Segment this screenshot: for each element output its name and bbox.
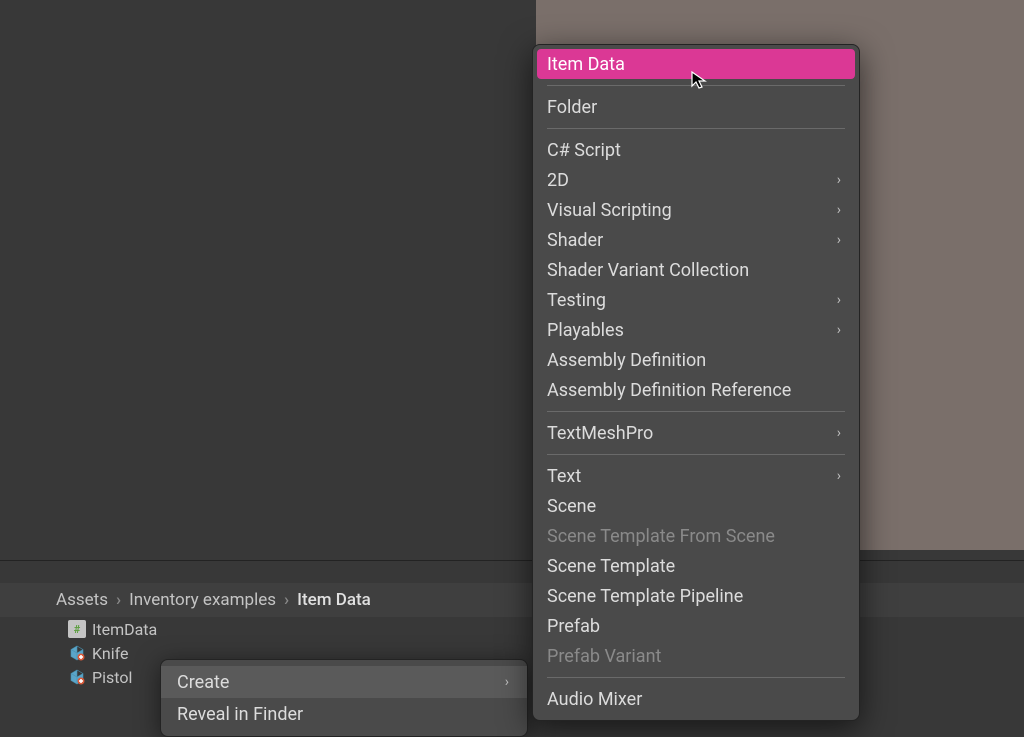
menu-item-label: C# Script (547, 140, 621, 161)
menu-item-label: Folder (547, 97, 597, 118)
menu-item-item-data[interactable]: Item Data (537, 49, 855, 79)
breadcrumb[interactable]: Assets › Inventory examples › Item Data (0, 583, 1024, 617)
list-item[interactable]: Knife (68, 642, 157, 664)
menu-item-testing[interactable]: Testing › (533, 285, 859, 315)
menu-item-label: Shader Variant Collection (547, 260, 749, 281)
menu-item-label: Testing (547, 290, 606, 311)
menu-item-label: Create (177, 672, 229, 693)
prefab-icon (68, 644, 86, 662)
chevron-right-icon: › (837, 468, 841, 484)
menu-item-label: Scene Template (547, 556, 675, 577)
menu-separator (547, 128, 845, 129)
menu-item-create[interactable]: Create › (161, 666, 527, 698)
menu-item-label: Scene (547, 496, 596, 517)
menu-item-label: Scene Template From Scene (547, 526, 775, 547)
list-item[interactable]: ItemData (68, 618, 157, 640)
menu-item-scene-template-from-scene: Scene Template From Scene (533, 521, 859, 551)
menu-item-label: Audio Mixer (547, 689, 642, 710)
chevron-right-icon: › (505, 674, 509, 690)
menu-item-label: Assembly Definition Reference (547, 380, 791, 401)
menu-item-text[interactable]: Text › (533, 461, 859, 491)
asset-name: ItemData (92, 620, 157, 639)
chevron-right-icon: › (837, 172, 841, 188)
menu-item-label: Playables (547, 320, 624, 341)
chevron-right-icon: › (837, 322, 841, 338)
menu-separator (547, 411, 845, 412)
menu-item-label: Prefab (547, 616, 600, 637)
menu-item-scene[interactable]: Scene (533, 491, 859, 521)
menu-item-shader[interactable]: Shader › (533, 225, 859, 255)
menu-item-assembly-definition[interactable]: Assembly Definition (533, 345, 859, 375)
context-menu: Create › Reveal in Finder (160, 659, 528, 737)
menu-item-reveal-in-finder[interactable]: Reveal in Finder (161, 698, 527, 730)
csharp-script-icon (68, 620, 86, 638)
menu-item-audio-mixer[interactable]: Audio Mixer (533, 684, 859, 714)
menu-item-label: Scene Template Pipeline (547, 586, 743, 607)
menu-item-shader-variant-collection[interactable]: Shader Variant Collection (533, 255, 859, 285)
chevron-right-icon: › (837, 425, 841, 441)
menu-item-label: Reveal in Finder (177, 704, 303, 725)
menu-item-c-script[interactable]: C# Script (533, 135, 859, 165)
chevron-right-icon: › (837, 292, 841, 308)
menu-item-scene-template[interactable]: Scene Template (533, 551, 859, 581)
breadcrumb-folder[interactable]: Inventory examples (127, 590, 278, 610)
menu-item-label: Item Data (547, 54, 625, 75)
asset-name: Pistol (92, 668, 132, 687)
menu-separator (547, 677, 845, 678)
chevron-right-icon: › (837, 232, 841, 248)
menu-separator (547, 85, 845, 86)
menu-item-folder[interactable]: Folder (533, 92, 859, 122)
asset-name: Knife (92, 644, 128, 663)
menu-separator (547, 454, 845, 455)
prefab-icon (68, 668, 86, 686)
list-item[interactable]: Pistol (68, 666, 157, 688)
menu-item-label: Visual Scripting (547, 200, 672, 221)
menu-item-visual-scripting[interactable]: Visual Scripting › (533, 195, 859, 225)
create-submenu: Item DataFolderC# Script2D›Visual Script… (532, 44, 860, 721)
menu-item-prefab-variant: Prefab Variant (533, 641, 859, 671)
chevron-right-icon: › (110, 590, 127, 610)
menu-item-label: Shader (547, 230, 603, 251)
menu-item-label: Assembly Definition (547, 350, 706, 371)
menu-item-label: Text (547, 466, 581, 487)
chevron-right-icon: › (837, 202, 841, 218)
menu-item-assembly-definition-reference[interactable]: Assembly Definition Reference (533, 375, 859, 405)
menu-item-label: Prefab Variant (547, 646, 661, 667)
menu-item-label: TextMeshPro (547, 423, 653, 444)
menu-item-label: 2D (547, 170, 569, 191)
menu-item-textmeshpro[interactable]: TextMeshPro › (533, 418, 859, 448)
menu-item-scene-template-pipeline[interactable]: Scene Template Pipeline (533, 581, 859, 611)
menu-item-2d[interactable]: 2D › (533, 165, 859, 195)
menu-item-prefab[interactable]: Prefab (533, 611, 859, 641)
chevron-right-icon: › (278, 590, 295, 610)
asset-list: ItemData Knife Pistol (68, 618, 157, 688)
breadcrumb-current[interactable]: Item Data (295, 590, 373, 610)
menu-item-playables[interactable]: Playables › (533, 315, 859, 345)
breadcrumb-root[interactable]: Assets (54, 590, 110, 610)
